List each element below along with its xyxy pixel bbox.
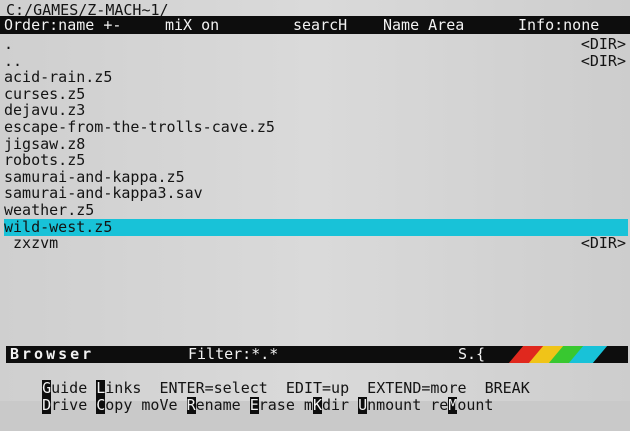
drive-label: rive (51, 396, 97, 414)
file-name: escape-from-the-trolls-cave.z5 (4, 118, 275, 136)
file-name: curses.z5 (4, 84, 86, 103)
file-name: . (4, 35, 14, 53)
mix-toggle[interactable]: miX on (165, 16, 219, 34)
name-area-button[interactable]: Name Area (383, 16, 464, 34)
rename-key[interactable]: R (186, 397, 196, 414)
remount-key[interactable]: M (448, 397, 457, 414)
file-row[interactable]: .. <DIR> (4, 51, 628, 70)
copy-key[interactable]: C (96, 397, 105, 414)
dir-tag: <DIR> (580, 234, 626, 253)
file-row[interactable]: jigsaw.z8 (4, 134, 628, 153)
file-name: .. (4, 51, 23, 70)
file-row[interactable]: zxzvm <DIR> (4, 235, 628, 252)
file-row[interactable]: acid-rain.z5 (4, 69, 628, 86)
dir-tag: <DIR> (580, 35, 626, 53)
mkdir-label: dir (321, 396, 359, 414)
erase-key[interactable]: E (249, 397, 259, 414)
file-name: samurai-and-kappa3.sav (4, 184, 203, 203)
spectrum-rainbow-logo (508, 346, 608, 363)
file-row[interactable]: wild-west.z5 (4, 217, 628, 236)
drive-key[interactable]: D (42, 397, 51, 414)
file-row[interactable]: escape-from-the-trolls-cave.z5 (4, 119, 628, 136)
file-row[interactable]: weather.z5 (4, 202, 628, 219)
search-button[interactable]: searcH (293, 16, 347, 34)
file-row[interactable]: samurai-and-kappa.z5 (4, 167, 628, 186)
file-name: dejavu.z3 (4, 101, 86, 120)
file-name: jigsaw.z8 (4, 134, 86, 153)
copy-move-label: opy moVe (105, 396, 187, 414)
file-name: acid-rain.z5 (4, 68, 113, 87)
browser-toolbar: Order:name +- miX on searcH Name Area In… (0, 16, 630, 34)
file-name: weather.z5 (4, 201, 95, 219)
file-list: . <DIR>.. <DIR> acid-rain.z5 curses.z5 dejavu… (0, 36, 630, 256)
file-name: wild-west.z5 (4, 217, 113, 236)
size-indicator: S.{ (458, 345, 486, 363)
zx-browser-screen: C:/GAMES/Z-MACH~1/ Order:name +- miX on … (0, 0, 630, 414)
file-name: zxzvm (4, 234, 59, 253)
help-line-2: Drive Copy moVe Rename Erase mKdir Unmou… (6, 380, 628, 414)
file-name: samurai-and-kappa.z5 (4, 167, 185, 186)
browser-title: Browser (10, 345, 95, 363)
status-bar: Browser Filter:*.* S.{ (6, 346, 628, 363)
dir-tag: <DIR> (580, 51, 626, 70)
file-name: robots.z5 (4, 151, 86, 170)
unmount-key[interactable]: U (358, 397, 367, 414)
erase-label: rase m (258, 396, 313, 414)
unmount-label: nmount re (367, 396, 449, 414)
remount-label: ount (457, 396, 494, 414)
rename-label: ename (195, 396, 250, 414)
file-row[interactable]: robots.z5 (4, 152, 628, 169)
info-toggle[interactable]: Info:none (518, 16, 599, 34)
file-row[interactable]: samurai-and-kappa3.sav (4, 185, 628, 202)
order-toggle[interactable]: Order:name +- (4, 16, 121, 34)
file-row[interactable]: . <DIR> (4, 36, 628, 53)
help-line-1: Guide Links ENTER=select EDIT=up EXTEND=… (6, 363, 628, 397)
filter-indicator[interactable]: Filter:*.* (188, 346, 278, 363)
file-row[interactable]: dejavu.z3 (4, 102, 628, 119)
mkdir-key[interactable]: K (312, 397, 322, 414)
file-row[interactable]: curses.z5 (4, 84, 628, 103)
